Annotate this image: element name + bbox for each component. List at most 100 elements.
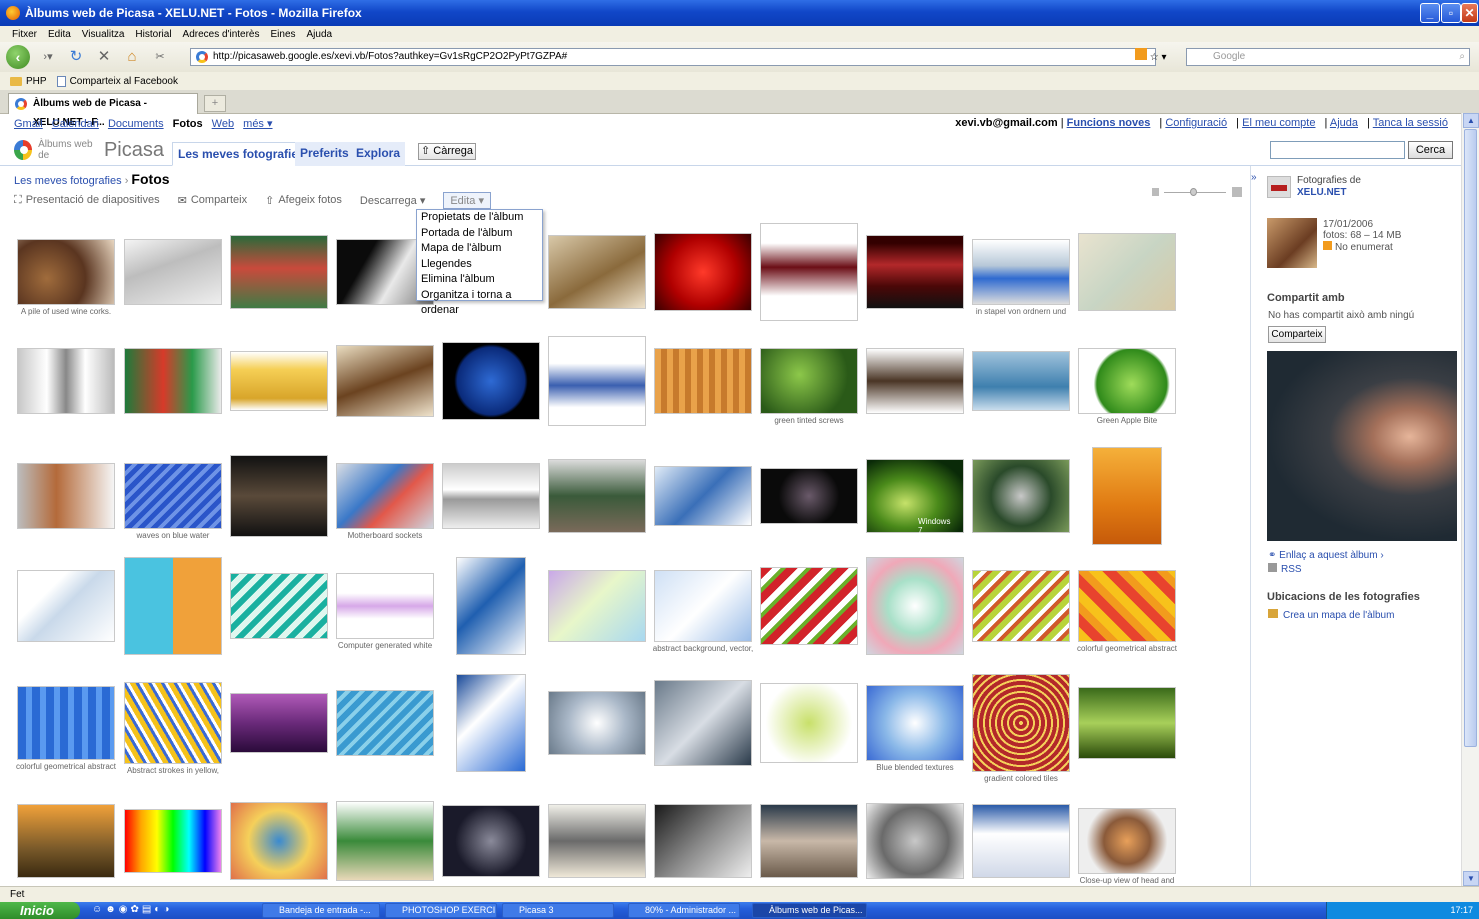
- photo-image[interactable]: [760, 348, 858, 414]
- photo-image[interactable]: [972, 459, 1070, 533]
- link-compte[interactable]: El meu compte: [1242, 117, 1315, 129]
- quicklaunch-icons[interactable]: ☺☻◉✿▤◐◑: [92, 904, 172, 915]
- photo-image[interactable]: [654, 466, 752, 526]
- slideshow-button[interactable]: ⛶ Presentació de diapositives: [14, 194, 160, 207]
- menu-adreces[interactable]: Adreces d'interès: [183, 29, 260, 40]
- photo-image[interactable]: [230, 802, 328, 880]
- photo-image[interactable]: [866, 557, 964, 655]
- photo-image[interactable]: [760, 683, 858, 763]
- menu-eines[interactable]: Eines: [271, 29, 296, 40]
- photo-image[interactable]: [230, 693, 328, 753]
- photo-image[interactable]: [442, 805, 540, 877]
- vertical-scrollbar[interactable]: ▲ ▼: [1461, 113, 1479, 886]
- scroll-up-arrow-icon[interactable]: ▲: [1463, 113, 1479, 128]
- web-search-input[interactable]: Google ⌕: [1186, 48, 1470, 66]
- photo-image[interactable]: [972, 351, 1070, 411]
- rss-feed-icon[interactable]: [1135, 48, 1147, 60]
- photo-image[interactable]: [654, 570, 752, 642]
- photo-image[interactable]: [866, 685, 964, 761]
- photo-image[interactable]: [230, 455, 328, 537]
- scroll-down-arrow-icon[interactable]: ▼: [1463, 871, 1479, 886]
- task-administrador[interactable]: 80% - Administrador ...: [628, 903, 740, 918]
- task-bandeja[interactable]: Bandeja de entrada -...: [262, 903, 380, 918]
- home-icon[interactable]: ⌂: [122, 47, 142, 67]
- photo-image[interactable]: [456, 557, 526, 655]
- photo-image[interactable]: [548, 235, 646, 309]
- photo-image[interactable]: [336, 463, 434, 529]
- photo-image[interactable]: [1078, 233, 1176, 311]
- photo-image[interactable]: [1078, 570, 1176, 642]
- chevron-down-icon[interactable]: ▾: [1162, 52, 1167, 63]
- stop-icon[interactable]: ✕: [94, 47, 114, 67]
- photo-image[interactable]: [548, 804, 646, 878]
- gbar-link-web[interactable]: Web: [212, 118, 234, 130]
- menu-historial[interactable]: Historial: [135, 29, 171, 40]
- photo-image[interactable]: [17, 239, 115, 305]
- photo-image[interactable]: [230, 351, 328, 411]
- tab-explora[interactable]: Explora: [351, 142, 406, 166]
- photo-image[interactable]: [336, 345, 434, 417]
- photo-image[interactable]: [760, 567, 858, 645]
- menu-item-mapa[interactable]: Mapa de l'àlbum: [417, 241, 542, 257]
- photo-image[interactable]: [456, 674, 526, 772]
- photo-image[interactable]: [17, 463, 115, 529]
- bookmark-star-icon[interactable]: ☆: [1150, 52, 1159, 63]
- rss-link[interactable]: RSS: [1268, 563, 1302, 575]
- sidebar-share-button[interactable]: Comparteix: [1268, 326, 1326, 343]
- photo-image[interactable]: [17, 804, 115, 878]
- photo-image[interactable]: [866, 235, 964, 309]
- maximize-button[interactable]: ▫: [1441, 3, 1461, 23]
- menu-item-llegendes[interactable]: Llegendes: [417, 257, 542, 273]
- photo-image[interactable]: [1078, 687, 1176, 759]
- large-thumb-icon[interactable]: [1232, 187, 1242, 197]
- photo-image[interactable]: [17, 570, 115, 642]
- photo-image[interactable]: [760, 804, 858, 878]
- search-button[interactable]: Cerca: [1408, 141, 1453, 159]
- close-button[interactable]: ✕: [1461, 3, 1478, 23]
- photo-image[interactable]: [17, 348, 115, 414]
- photo-image[interactable]: [442, 342, 540, 420]
- featured-photo[interactable]: [1267, 351, 1457, 541]
- minimize-button[interactable]: _: [1420, 3, 1440, 23]
- url-bar[interactable]: http://picasaweb.google.es/xevi.vb/Fotos…: [190, 48, 1156, 66]
- breadcrumb-parent[interactable]: Les meves fotografies: [14, 175, 122, 187]
- photo-image[interactable]: [124, 348, 222, 414]
- menu-fitxer[interactable]: Fitxer: [12, 29, 37, 40]
- menu-visualitza[interactable]: Visualitza: [82, 29, 125, 40]
- photo-image[interactable]: [1078, 808, 1176, 874]
- photo-image[interactable]: [972, 239, 1070, 305]
- task-picasa3[interactable]: Picasa 3: [502, 903, 614, 918]
- album-link[interactable]: ⚭ Enllaç a aquest àlbum ›: [1268, 550, 1384, 561]
- thumbnail-size-slider[interactable]: [1152, 187, 1242, 200]
- photo-image[interactable]: [548, 336, 646, 426]
- link-tanca-sessio[interactable]: Tanca la sessió: [1373, 117, 1448, 129]
- search-icon[interactable]: ⌕: [1459, 49, 1465, 65]
- add-photos-button[interactable]: ⇧ Afegeix fotos: [265, 194, 342, 207]
- photo-image[interactable]: [548, 570, 646, 642]
- photo-image[interactable]: [124, 682, 222, 764]
- menu-item-propietats[interactable]: Propietats de l'àlbum: [417, 210, 542, 226]
- task-picasa-web[interactable]: Àlbums web de Picas...: [752, 903, 867, 918]
- screenshot-icon[interactable]: ✂: [150, 47, 170, 67]
- tab-preferits[interactable]: Preferits: [295, 142, 354, 166]
- picasa-logo[interactable]: Àlbums web de Picasa: [14, 139, 164, 161]
- menu-item-organitza[interactable]: Organitza i torna a ordenar: [417, 288, 542, 316]
- photo-image[interactable]: [442, 463, 540, 529]
- photo-image[interactable]: [654, 680, 752, 766]
- start-button[interactable]: Inicio: [0, 902, 80, 919]
- photo-image[interactable]: [336, 690, 434, 756]
- photo-image[interactable]: [654, 804, 752, 878]
- scrollbar-thumb[interactable]: [1464, 129, 1477, 747]
- menu-item-portada[interactable]: Portada de l'àlbum: [417, 226, 542, 242]
- photo-image[interactable]: [1092, 447, 1162, 545]
- tab-les-meves-fotografies[interactable]: Les meves fotografies: [172, 142, 311, 166]
- small-thumb-icon[interactable]: [1152, 188, 1159, 196]
- edit-button[interactable]: Edita ▾: [443, 191, 491, 209]
- photo-image[interactable]: [336, 573, 434, 639]
- new-tab-button[interactable]: +: [204, 95, 226, 112]
- photo-image[interactable]: [230, 235, 328, 309]
- menu-edita[interactable]: Edita: [48, 29, 71, 40]
- back-arrow-icon[interactable]: ‹: [6, 45, 30, 69]
- collapse-sidebar-icon[interactable]: »: [1251, 172, 1257, 183]
- owner-name-link[interactable]: XELU.NET: [1297, 187, 1361, 199]
